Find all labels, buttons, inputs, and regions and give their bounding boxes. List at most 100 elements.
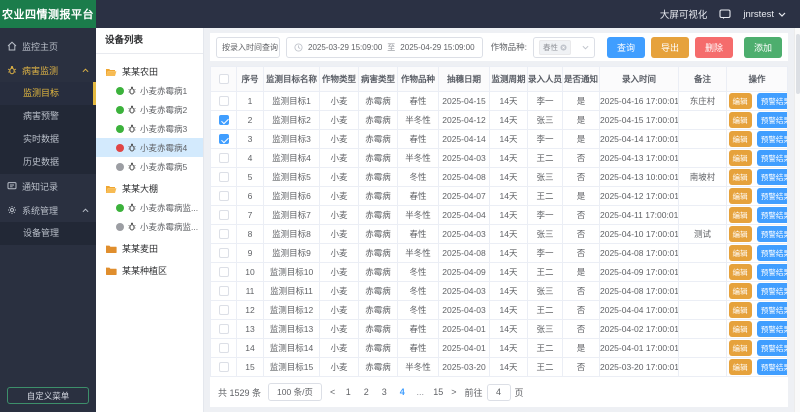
table-row[interactable]: 9 监测目标9 小麦 赤霉病 半冬性 2025-04-08 14天 李一 否 2… xyxy=(211,244,788,263)
row-checkbox[interactable] xyxy=(219,191,229,201)
warning-result-button[interactable]: 预警结果 xyxy=(757,226,788,242)
row-checkbox[interactable] xyxy=(219,115,229,125)
user-menu[interactable]: jnrstest xyxy=(743,9,786,20)
tree-device-item[interactable]: 小麦赤霉病4 xyxy=(96,138,203,157)
page-number[interactable]: 4 xyxy=(397,387,407,397)
warning-result-button[interactable]: 预警结果 xyxy=(757,131,788,147)
table-row[interactable]: 10 监测目标10 小麦 赤霉病 冬性 2025-04-09 14天 王二 是 … xyxy=(211,263,788,282)
tree-device-item[interactable]: 小麦赤霉病监... xyxy=(96,198,203,217)
edit-button[interactable]: 编辑 xyxy=(729,131,752,147)
row-checkbox[interactable] xyxy=(219,153,229,163)
row-checkbox[interactable] xyxy=(219,324,229,334)
table-row[interactable]: 6 监测目标6 小麦 赤霉病 春性 2025-04-07 14天 王二 是 20… xyxy=(211,187,788,206)
table-row[interactable]: 2 监测目标2 小麦 赤霉病 半冬性 2025-04-12 14天 张三 是 2… xyxy=(211,111,788,130)
page-number[interactable]: 3 xyxy=(379,387,389,397)
warning-result-button[interactable]: 预警结果 xyxy=(757,93,788,109)
warning-result-button[interactable]: 预警结果 xyxy=(757,188,788,204)
row-checkbox[interactable] xyxy=(219,210,229,220)
page-number[interactable]: 2 xyxy=(361,387,371,397)
sidebar-subitem-realtime-data[interactable]: 实时数据 xyxy=(0,128,96,151)
date-range-picker[interactable]: 2025-03-29 15:09:00 至 2025-04-29 15:09:0… xyxy=(286,37,483,58)
warning-result-button[interactable]: 预警结果 xyxy=(757,302,788,318)
delete-button[interactable]: 删除 xyxy=(695,37,733,58)
table-row[interactable]: 14 监测目标14 小麦 赤霉病 春性 2025-04-01 14天 王二 是 … xyxy=(211,339,788,358)
edit-button[interactable]: 编辑 xyxy=(729,321,752,337)
table-row[interactable]: 8 监测目标8 小麦 赤霉病 春性 2025-04-03 14天 张三 否 20… xyxy=(211,225,788,244)
tree-device-item[interactable]: 小麦赤霉病监... xyxy=(96,217,203,236)
table-row[interactable]: 1 监测目标1 小麦 赤霉病 春性 2025-04-15 14天 李一 是 20… xyxy=(211,92,788,111)
select-all-checkbox[interactable] xyxy=(219,74,229,84)
edit-button[interactable]: 编辑 xyxy=(729,226,752,242)
row-checkbox[interactable] xyxy=(219,172,229,182)
table-row[interactable]: 11 监测目标11 小麦 赤霉病 冬性 2025-04-03 14天 张三 否 … xyxy=(211,282,788,301)
warning-result-button[interactable]: 预警结果 xyxy=(757,169,788,185)
edit-button[interactable]: 编辑 xyxy=(729,264,752,280)
edit-button[interactable]: 编辑 xyxy=(729,150,752,166)
sidebar-subitem-history-data[interactable]: 历史数据 xyxy=(0,151,96,174)
table-row[interactable]: 7 监测目标7 小麦 赤霉病 半冬性 2025-04-04 14天 李一 否 2… xyxy=(211,206,788,225)
tree-folder[interactable]: 某某麦田 xyxy=(96,239,203,258)
tree-device-item[interactable]: 小麦赤霉病1 xyxy=(96,81,203,100)
query-type-select[interactable]: 按录入时间查询 xyxy=(216,37,280,58)
tree-device-item[interactable]: 小麦赤霉病2 xyxy=(96,100,203,119)
sidebar-item-disease-monitoring[interactable]: 病害监测 xyxy=(0,58,96,82)
message-icon[interactable] xyxy=(719,9,731,20)
row-checkbox[interactable] xyxy=(219,267,229,277)
row-checkbox[interactable] xyxy=(219,362,229,372)
sidebar-subitem-device-management[interactable]: 设备管理 xyxy=(0,222,96,245)
table-row[interactable]: 5 监测目标5 小麦 赤霉病 冬性 2025-04-08 14天 张三 否 20… xyxy=(211,168,788,187)
sidebar-subitem-monitor-target[interactable]: 监测目标 xyxy=(0,82,96,105)
row-checkbox[interactable] xyxy=(219,305,229,315)
row-checkbox[interactable] xyxy=(219,248,229,258)
add-button[interactable]: 添加 xyxy=(744,37,782,58)
edit-button[interactable]: 编辑 xyxy=(729,283,752,299)
page-number[interactable]: 15 xyxy=(433,387,443,397)
search-button[interactable]: 查询 xyxy=(607,37,645,58)
tree-device-item[interactable]: 小麦赤霉病3 xyxy=(96,119,203,138)
table-row[interactable]: 15 监测目标15 小麦 赤霉病 半冬性 2025-03-20 14天 王二 否… xyxy=(211,358,788,377)
table-row[interactable]: 4 监测目标4 小麦 赤霉病 半冬性 2025-04-03 14天 王二 否 2… xyxy=(211,149,788,168)
tree-folder[interactable]: 某某种植区 xyxy=(96,261,203,280)
edit-button[interactable]: 编辑 xyxy=(729,340,752,356)
warning-result-button[interactable]: 预警结果 xyxy=(757,340,788,356)
sidebar-item-home[interactable]: 监控主页 xyxy=(0,34,96,58)
edit-button[interactable]: 编辑 xyxy=(729,93,752,109)
row-checkbox[interactable] xyxy=(219,343,229,353)
edit-button[interactable]: 编辑 xyxy=(729,302,752,318)
warning-result-button[interactable]: 预警结果 xyxy=(757,321,788,337)
edit-button[interactable]: 编辑 xyxy=(729,188,752,204)
edit-button[interactable]: 编辑 xyxy=(729,359,752,375)
row-checkbox[interactable] xyxy=(219,229,229,239)
row-checkbox[interactable] xyxy=(219,286,229,296)
tree-device-item[interactable]: 小麦赤霉病5 xyxy=(96,157,203,176)
tree-folder[interactable]: 某某大棚 xyxy=(96,179,203,198)
warning-result-button[interactable]: 预警结果 xyxy=(757,245,788,261)
warning-result-button[interactable]: 预警结果 xyxy=(757,283,788,299)
export-button[interactable]: 导出 xyxy=(651,37,689,58)
warning-result-button[interactable]: 预警结果 xyxy=(757,150,788,166)
page-number[interactable]: 1 xyxy=(343,387,353,397)
warning-result-button[interactable]: 预警结果 xyxy=(757,359,788,375)
edit-button[interactable]: 编辑 xyxy=(729,112,752,128)
sidebar-item-notifications[interactable]: 通知记录 xyxy=(0,174,96,198)
custom-menu-button[interactable]: 自定义菜单 xyxy=(7,387,89,404)
next-page-button[interactable]: > xyxy=(450,387,457,397)
page-size-select[interactable]: 100 条/页 xyxy=(268,383,322,401)
edit-button[interactable]: 编辑 xyxy=(729,169,752,185)
sidebar-item-system-management[interactable]: 系统管理 xyxy=(0,198,96,222)
sidebar-subitem-disease-warning[interactable]: 病害预警 xyxy=(0,105,96,128)
variety-select[interactable]: 春性 xyxy=(533,37,595,58)
big-screen-link[interactable]: 大屏可视化 xyxy=(660,7,708,21)
warning-result-button[interactable]: 预警结果 xyxy=(757,264,788,280)
row-checkbox[interactable] xyxy=(219,134,229,144)
scrollbar-thumb[interactable] xyxy=(796,34,800,94)
prev-page-button[interactable]: < xyxy=(329,387,336,397)
edit-button[interactable]: 编辑 xyxy=(729,245,752,261)
row-checkbox[interactable] xyxy=(219,96,229,106)
tree-folder[interactable]: 某某农田 xyxy=(96,62,203,81)
table-row[interactable]: 12 监测目标12 小麦 赤霉病 冬性 2025-04-03 14天 王二 否 … xyxy=(211,301,788,320)
warning-result-button[interactable]: 预警结果 xyxy=(757,112,788,128)
scrollbar[interactable] xyxy=(794,28,800,412)
edit-button[interactable]: 编辑 xyxy=(729,207,752,223)
table-row[interactable]: 3 监测目标3 小麦 赤霉病 春性 2025-04-14 14天 李一 是 20… xyxy=(211,130,788,149)
